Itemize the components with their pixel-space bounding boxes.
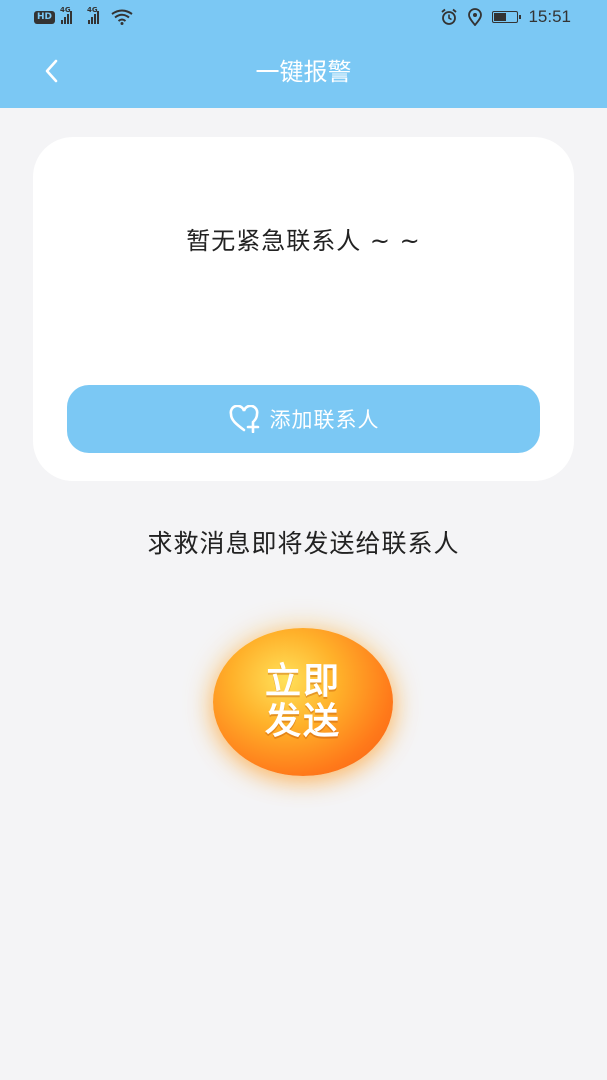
- network-type-label: 4G: [60, 6, 71, 14]
- send-button-line2: 发送: [264, 701, 341, 742]
- empty-contacts-text: 暂无紧急联系人 ~ ~: [186, 227, 421, 255]
- add-contact-label: 添加联系人: [269, 408, 380, 432]
- emergency-contacts-card: 暂无紧急联系人 ~ ~ 添加联系人: [33, 137, 574, 481]
- battery-icon: [492, 11, 522, 23]
- alarm-icon: [441, 8, 458, 25]
- status-bar: HD 4G 4G 15:51: [0, 0, 607, 36]
- status-bar-left: HD 4G 4G: [34, 6, 133, 25]
- signal-icon: 4G: [87, 6, 100, 24]
- page-title: 一键报警: [255, 58, 352, 86]
- send-hint-text: 求救消息即将发送给联系人: [147, 529, 460, 558]
- signal-icon: 4G: [60, 6, 73, 24]
- status-bar-right: 15:51: [440, 7, 571, 27]
- send-button-line1: 立即: [264, 661, 341, 702]
- wifi-icon: [111, 9, 133, 25]
- network-type-label: 4G: [87, 6, 98, 14]
- add-contact-button[interactable]: 添加联系人: [67, 385, 540, 453]
- hd-icon: HD: [34, 10, 56, 24]
- location-icon: [468, 8, 483, 26]
- send-now-button[interactable]: 立即 发送: [213, 628, 393, 776]
- clock-time: 15:51: [528, 7, 571, 26]
- heart-plus-icon: [229, 405, 259, 433]
